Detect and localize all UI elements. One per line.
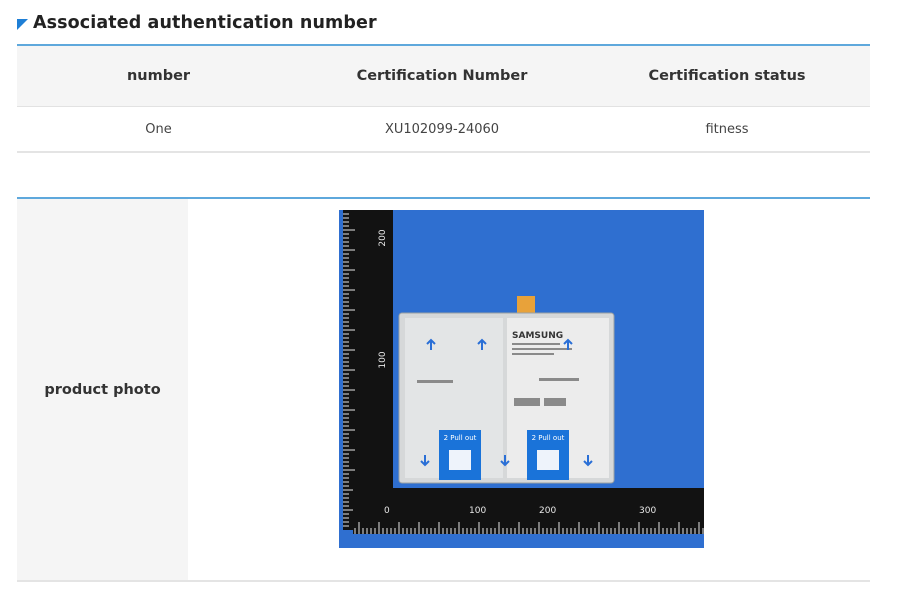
product-photo-label: product photo (44, 381, 161, 398)
cell-number: One (145, 121, 172, 137)
horizontal-ruler: 0 100 200 300 (353, 488, 704, 534)
battery-brand: SAMSUNG (512, 331, 563, 341)
product-photo: 200 100 0 0 100 200 300 SAMSUNG (339, 210, 704, 548)
sticker-label: 2 Pull out (444, 434, 477, 442)
battery-pack: SAMSUNG 2 Pull out 2 Pull out (398, 296, 615, 484)
photo-label-cell: product photo (17, 199, 188, 580)
vertical-ruler: 200 100 0 (343, 210, 393, 530)
ruler-label: 300 (639, 506, 656, 516)
table-header-row: number Certification Number Certificatio… (17, 46, 870, 107)
ruler-label: 100 (378, 351, 388, 368)
heading-marker-icon (17, 19, 28, 30)
section-title: Associated authentication number (33, 13, 377, 33)
table-row: One XU102099-24060 fitness (17, 107, 870, 153)
cell-certification-status: fitness (705, 121, 749, 137)
section-heading: Associated authentication number (17, 11, 377, 35)
sticker-label: 2 Pull out (532, 434, 565, 442)
ruler-label: 100 (469, 506, 486, 516)
header-number: number (126, 68, 191, 84)
ruler-label: 200 (539, 506, 556, 516)
ruler-label: 0 (384, 506, 390, 516)
header-certification-number: Certification Number (356, 68, 528, 84)
photo-value-cell: 200 100 0 0 100 200 300 SAMSUNG (188, 199, 870, 580)
header-certification-status: Certification status (648, 68, 806, 84)
cell-certification-number: XU102099-24060 (384, 121, 500, 137)
product-photo-table: product photo 200 100 0 0 100 200 300 (17, 197, 870, 582)
ruler-label: 200 (378, 229, 388, 246)
certification-table: number Certification Number Certificatio… (17, 44, 870, 153)
